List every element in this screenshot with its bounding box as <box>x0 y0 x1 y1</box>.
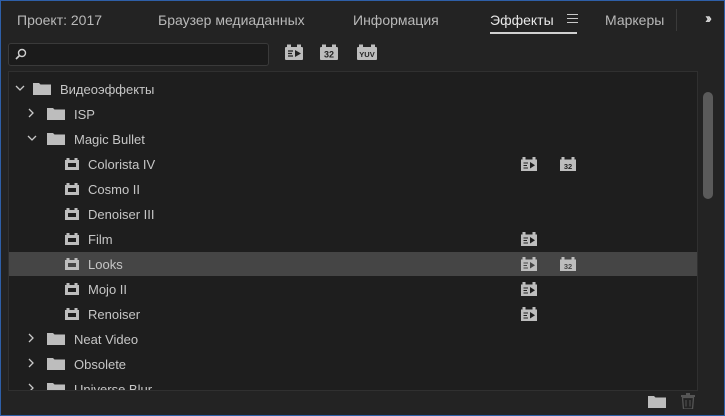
tree-item-mojo-ii[interactable]: Mojo II <box>9 277 697 301</box>
tab-markers[interactable]: Маркеры <box>605 12 664 28</box>
accelerated-badge-icon <box>521 307 537 321</box>
svg-text:32: 32 <box>564 262 572 271</box>
tree-item-label: Renoiser <box>88 307 141 322</box>
32-bit-badge-icon: 32 <box>560 157 576 171</box>
new-folder-icon[interactable] <box>648 394 666 408</box>
tree-item-universe-blur[interactable]: Universe Blur <box>9 377 697 390</box>
more-tabs-chevron-icon[interactable]: ›› <box>705 10 712 27</box>
tree-item-label: Magic Bullet <box>74 132 145 147</box>
folder-icon <box>47 108 65 120</box>
panel-menu-icon[interactable] <box>567 14 578 23</box>
tree-item-label: ISP <box>74 107 95 122</box>
tree-item-neat-video[interactable]: Neat Video <box>9 327 697 351</box>
tree-item-cosmo-ii[interactable]: Cosmo II <box>9 177 697 201</box>
search-input[interactable] <box>31 46 265 64</box>
accelerated-badge-icon <box>521 257 537 271</box>
panel-tab-bar: Проект: 2017 Браузер медиаданных Информа… <box>1 1 724 39</box>
tree-item-isp[interactable]: ISP <box>9 102 697 126</box>
effect-icon <box>65 208 79 220</box>
panel-footer <box>1 390 724 414</box>
effects-toolbar: 32 YUV <box>1 40 724 70</box>
chevron-right-icon[interactable] <box>26 333 36 343</box>
svg-text:32: 32 <box>564 162 572 171</box>
scrollbar-thumb[interactable] <box>703 92 713 199</box>
tree-item-label: Cosmo II <box>88 182 141 197</box>
tree-item-renoiser[interactable]: Renoiser <box>9 302 697 326</box>
tree-item-label: Видеоэффекты <box>60 82 155 97</box>
effect-icon <box>65 158 79 170</box>
search-icon <box>15 48 27 60</box>
chevron-right-icon[interactable] <box>26 358 36 368</box>
tree-item-film[interactable]: Film <box>9 227 697 251</box>
tree-item-looks[interactable]: Looks 32 <box>9 252 697 276</box>
chevron-down-icon[interactable] <box>15 83 25 93</box>
folder-icon <box>47 333 65 345</box>
effect-icon <box>65 308 79 320</box>
accelerated-badge-icon <box>521 232 537 246</box>
32-bit-label: 32 <box>324 50 334 60</box>
tree-item-colorista-iv[interactable]: Colorista IV 32 <box>9 152 697 176</box>
chevron-down-icon[interactable] <box>27 133 37 143</box>
tree-item-video-effects[interactable]: Видеоэффекты <box>9 77 697 101</box>
search-box[interactable] <box>8 43 269 66</box>
tree-item-label: Mojo II <box>88 282 128 297</box>
accelerated-badge-icon <box>521 282 537 296</box>
chevron-right-icon[interactable] <box>26 108 36 118</box>
tab-effects[interactable]: Эффекты <box>490 12 554 28</box>
yuv-label: YUV <box>359 50 374 59</box>
tree-item-label: Denoiser III <box>88 207 155 222</box>
32-bit-badge-icon: 32 <box>560 257 576 271</box>
32-bit-effects-icon[interactable]: 32 <box>319 43 339 63</box>
effect-icon <box>65 258 79 270</box>
folder-icon <box>33 83 51 95</box>
tree-item-obsolete[interactable]: Obsolete <box>9 352 697 376</box>
trash-icon[interactable] <box>681 393 695 409</box>
effect-icon <box>65 233 79 245</box>
tab-project[interactable]: Проект: 2017 <box>17 12 102 28</box>
tree-item-label: Film <box>88 232 113 247</box>
effect-icon <box>65 283 79 295</box>
tree-item-denoiser-iii[interactable]: Denoiser III <box>9 202 697 226</box>
effects-tree: Видеоэффекты ISP Magic Bullet Colorista … <box>8 71 698 391</box>
folder-icon <box>47 358 65 370</box>
tree-item-label: Obsolete <box>74 357 127 372</box>
tree-item-magic-bullet[interactable]: Magic Bullet <box>9 127 697 151</box>
tree-item-label: Neat Video <box>74 332 139 347</box>
tree-item-label: Looks <box>88 257 123 272</box>
tab-media-browser[interactable]: Браузер медиаданных <box>158 12 305 28</box>
accelerated-effects-icon[interactable] <box>284 43 304 63</box>
active-tab-underline <box>490 32 577 34</box>
folder-icon <box>47 133 65 145</box>
tab-info[interactable]: Информация <box>353 12 439 28</box>
tree-item-label: Colorista IV <box>88 157 156 172</box>
accelerated-badge-icon <box>521 157 537 171</box>
yuv-effects-icon[interactable]: YUV <box>356 43 378 63</box>
effect-icon <box>65 183 79 195</box>
tab-divider <box>676 9 677 31</box>
